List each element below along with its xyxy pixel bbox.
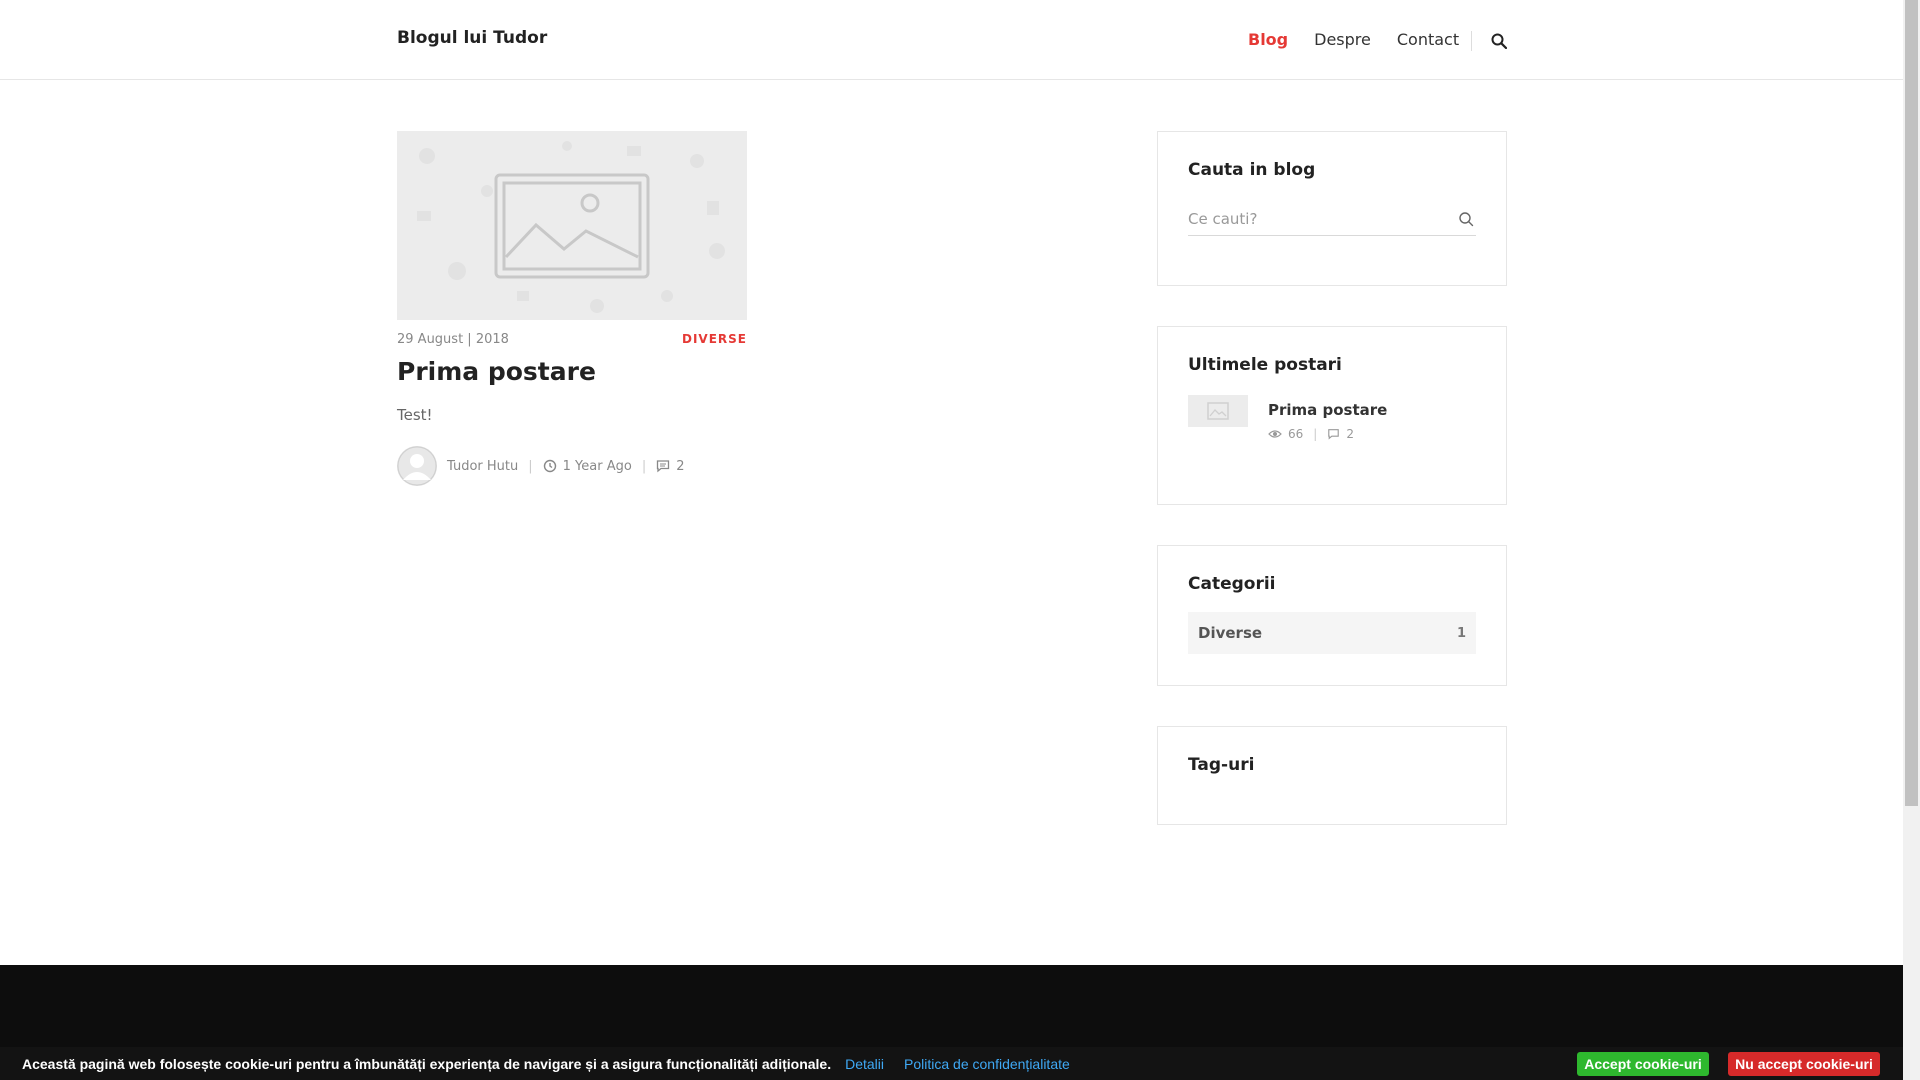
image-placeholder-icon [1207,402,1229,420]
recent-post-title[interactable]: Prima postare [1268,401,1387,419]
widget-categories: Categorii Diverse 1 [1157,545,1507,686]
clock-icon [543,459,556,473]
widget-search: Cauta in blog [1157,131,1507,286]
post-thumbnail[interactable] [397,131,747,320]
separator: | [528,458,533,474]
widget-title: Categorii [1188,574,1276,594]
category-count: 1 [1456,625,1466,641]
reject-cookies-button[interactable]: Nu accept cookie-uri [1728,1052,1880,1076]
privacy-policy-link[interactable]: Politica de confidențialitate [904,1056,1070,1072]
scrollbar-thumb[interactable] [1905,0,1918,806]
cookie-banner: Această pagină web folosește cookie-uri … [0,1047,1903,1080]
cookie-text: Această pagină web folosește cookie-uri … [22,1055,832,1072]
recent-post-stats: 66 | 2 [1268,427,1387,441]
post-time-ago: 1 Year Ago [562,458,632,474]
recent-post-views: 66 [1288,427,1304,441]
search-icon[interactable] [1458,211,1474,227]
post-meta: 29 August | 2018 DIVERSE [397,332,747,347]
widget-title: Cauta in blog [1188,160,1316,180]
post-card: 29 August | 2018 DIVERSE Prima postare T… [397,131,747,486]
post-category[interactable]: DIVERSE [682,332,747,347]
accept-cookies-button[interactable]: Accept cookie-uri [1577,1052,1709,1076]
site-logo[interactable]: Blogul lui Tudor [397,28,547,48]
post-comment-count[interactable]: 2 [676,459,684,474]
comment-icon [657,460,670,473]
nav-item-blog[interactable]: Blog [1248,30,1288,49]
recent-post-comments: 2 [1346,427,1354,441]
recent-post-info: Prima postare 66 | 2 [1268,395,1387,441]
scrollbar[interactable] [1903,0,1920,1080]
post-footer: Tudor Hutu | 1 Year Ago | 2 [397,446,747,486]
widget-tags: Tag-uri [1157,726,1507,825]
separator: | [1313,427,1318,441]
nav-item-contact[interactable]: Contact [1397,30,1459,49]
search-form [1188,202,1476,236]
cookie-details-link[interactable]: Detalii [845,1056,884,1072]
user-icon [397,446,437,486]
page: Blogul lui Tudor Blog Despre Contact 29 … [0,0,1903,1080]
main-nav: Blog Despre Contact [1248,30,1459,49]
recent-post-thumbnail[interactable] [1188,395,1248,427]
search-input[interactable] [1188,209,1438,228]
widget-title: Ultimele postari [1188,355,1342,375]
separator: | [641,458,647,474]
category-name: Diverse [1198,624,1263,642]
nav-divider [1471,31,1472,51]
post-excerpt: Test! [397,406,433,424]
widget-recent-posts: Ultimele postari Prima postare 66 | 2 [1157,326,1507,505]
post-date: 29 August | 2018 [397,332,509,347]
image-placeholder-icon [494,173,650,279]
eye-icon [1268,430,1282,438]
post-author[interactable]: Tudor Hutu [447,459,518,474]
post-title[interactable]: Prima postare [397,357,747,386]
search-icon[interactable] [1491,33,1507,49]
comment-icon [1328,429,1340,440]
author-avatar[interactable] [397,446,437,486]
nav-item-despre[interactable]: Despre [1314,30,1371,49]
site-header: Blogul lui Tudor Blog Despre Contact [0,0,1903,80]
category-item-diverse[interactable]: Diverse 1 [1188,612,1476,654]
list-item[interactable]: Prima postare 66 | 2 [1188,395,1476,441]
widget-title: Tag-uri [1188,755,1255,775]
